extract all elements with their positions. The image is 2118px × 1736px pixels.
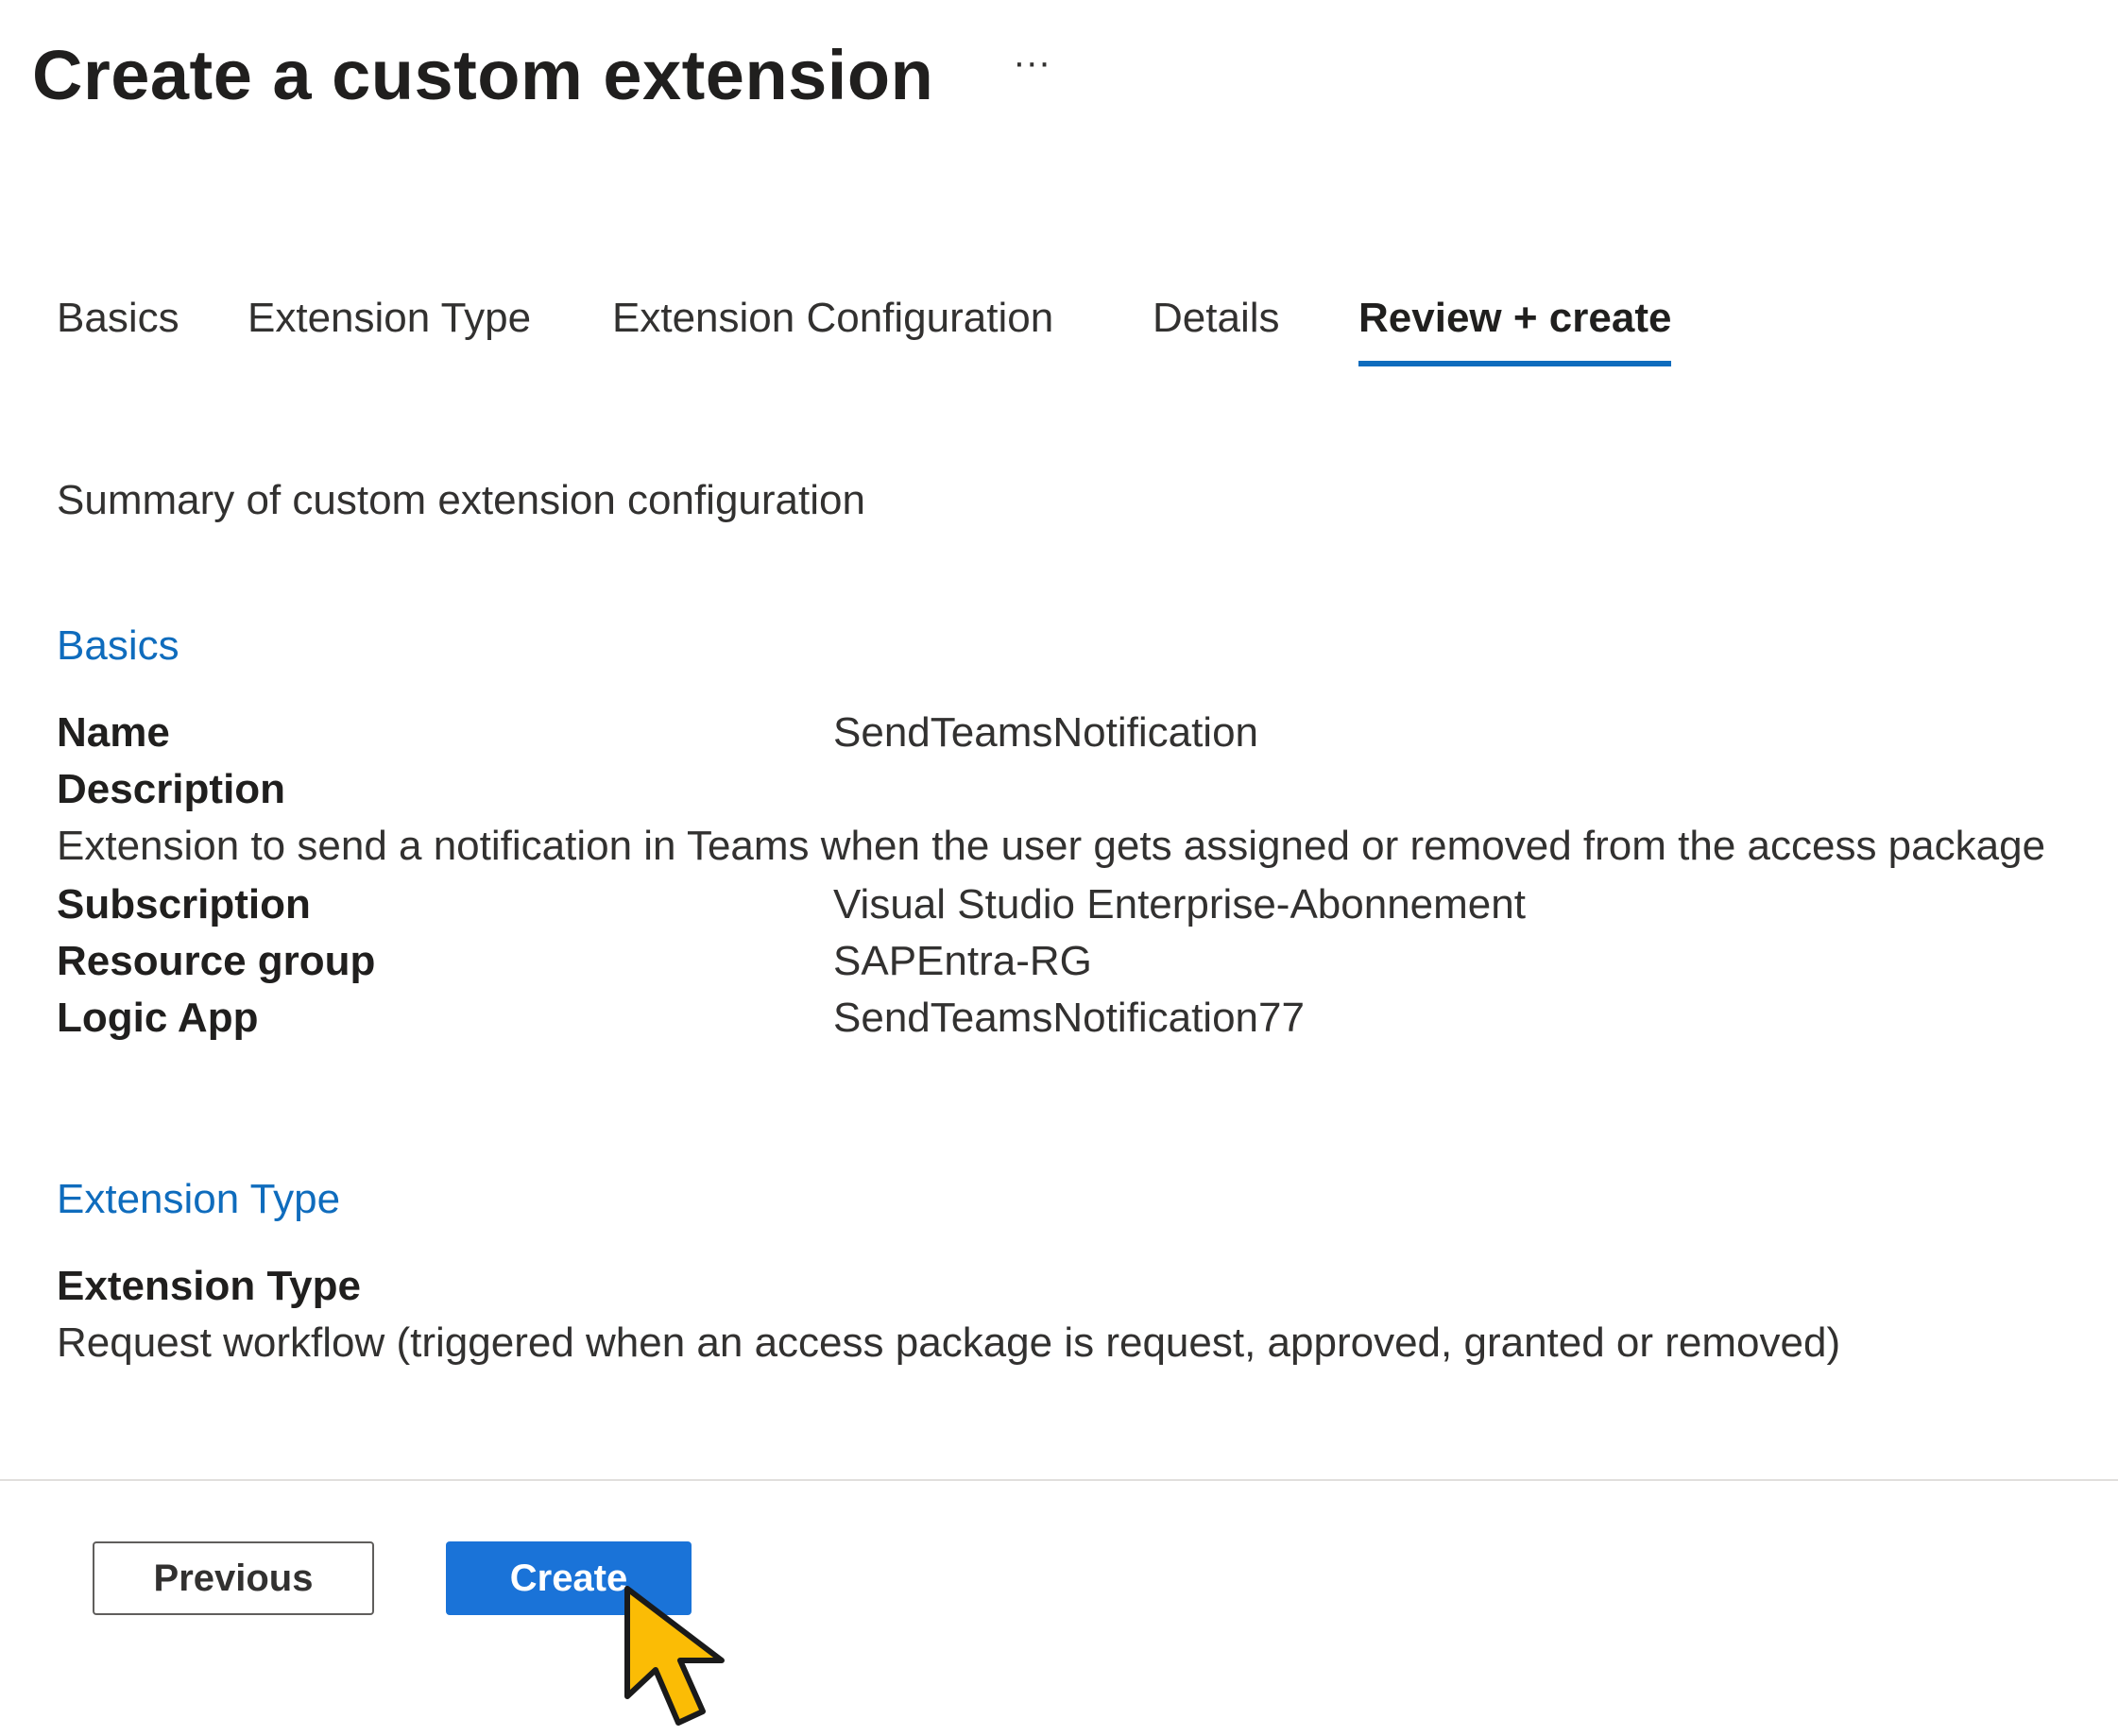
logic-app-label: Logic App — [57, 995, 259, 1041]
tab-details[interactable]: Details — [1153, 283, 1280, 353]
tab-basics[interactable]: Basics — [57, 283, 179, 353]
name-value: SendTeamsNotification — [833, 709, 1259, 756]
logic-app-value: SendTeamsNotification77 — [833, 995, 1305, 1041]
resource-group-value: SAPEntra-RG — [833, 938, 1092, 984]
subscription-value: Visual Studio Enterprise-Abonnement — [833, 881, 1526, 928]
tab-review-create[interactable]: Review + create — [1358, 283, 1672, 366]
extension-type-label: Extension Type — [57, 1263, 361, 1309]
create-button[interactable]: Create — [446, 1541, 692, 1615]
tab-extension-type[interactable]: Extension Type — [248, 283, 531, 353]
description-label: Description — [57, 766, 286, 812]
page-title: Create a custom extension — [32, 36, 934, 114]
description-value: Extension to send a notification in Team… — [57, 823, 2046, 869]
name-label: Name — [57, 709, 170, 756]
subscription-label: Subscription — [57, 881, 311, 928]
summary-text: Summary of custom extension configuratio… — [57, 477, 865, 523]
tab-extension-configuration[interactable]: Extension Configuration — [612, 283, 1053, 353]
previous-button[interactable]: Previous — [93, 1541, 374, 1615]
section-heading-basics: Basics — [57, 622, 179, 669]
resource-group-label: Resource group — [57, 938, 376, 984]
section-heading-extension-type: Extension Type — [57, 1176, 341, 1222]
title-row: Create a custom extension ··· — [32, 28, 1050, 123]
extension-type-value: Request workflow (triggered when an acce… — [57, 1319, 1841, 1366]
footer-divider — [0, 1479, 2118, 1481]
more-options-icon[interactable]: ··· — [1013, 43, 1050, 81]
